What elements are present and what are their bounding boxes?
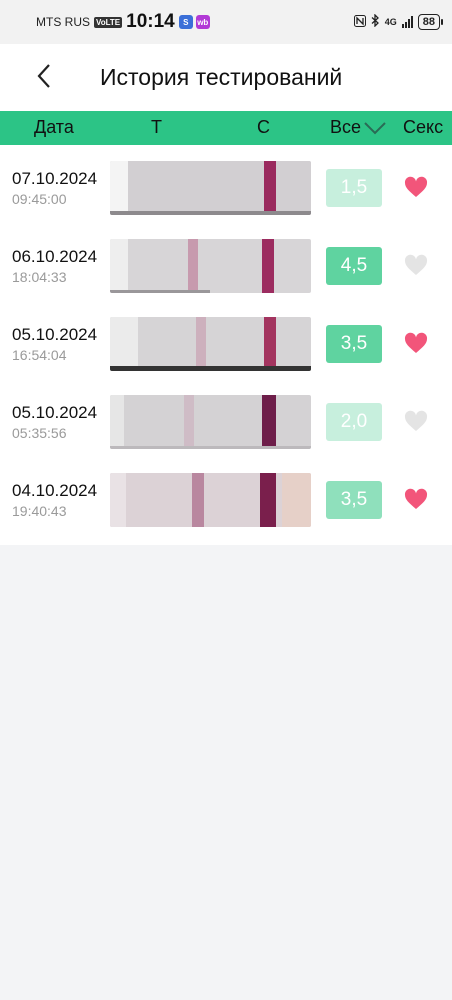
filter-all-dropdown[interactable]: Все xyxy=(330,117,387,138)
back-button[interactable] xyxy=(30,62,58,90)
test-time: 18:04:33 xyxy=(12,269,67,285)
list-item[interactable]: 06.10.2024 18:04:33 4,5 xyxy=(0,225,452,303)
app-notification-icon: S xyxy=(178,15,193,29)
column-t: Т xyxy=(151,117,162,137)
status-clock: 10:14 xyxy=(126,11,175,32)
column-date: Дата xyxy=(34,117,74,137)
test-date: 06.10.2024 xyxy=(12,247,98,266)
score-badge[interactable]: 3,5 xyxy=(326,325,382,363)
status-bar: MTS RUS VoLTE 10:14 S wb 4G 88 xyxy=(0,0,452,44)
heart-icon[interactable] xyxy=(404,254,428,276)
score-badge[interactable]: 3,5 xyxy=(326,481,382,519)
score-badge[interactable]: 1,5 xyxy=(326,169,382,207)
test-date: 07.10.2024 xyxy=(12,169,98,188)
test-time: 16:54:04 xyxy=(12,347,67,363)
test-date: 05.10.2024 xyxy=(12,325,98,344)
carrier-label: MTS RUS xyxy=(36,15,90,29)
filter-all-label: Все xyxy=(330,117,362,137)
chevron-down-icon xyxy=(364,121,386,134)
heart-icon[interactable] xyxy=(404,176,428,198)
test-strip-photo[interactable] xyxy=(110,239,311,293)
test-strip-photo[interactable] xyxy=(110,317,311,371)
signal-icon xyxy=(401,16,413,28)
list-item[interactable]: 07.10.2024 09:45:00 1,5 xyxy=(0,147,452,225)
test-strip-photo[interactable] xyxy=(110,161,311,215)
test-date: 04.10.2024 xyxy=(12,481,98,500)
heart-icon[interactable] xyxy=(404,410,428,432)
app-header: История тестирований xyxy=(0,44,452,111)
list-item[interactable]: 04.10.2024 19:40:43 3,5 xyxy=(0,459,452,537)
test-strip-photo[interactable] xyxy=(110,395,311,449)
test-history-list: 07.10.2024 09:45:00 1,5 06.10.2024 18:04… xyxy=(0,145,452,545)
test-date: 05.10.2024 xyxy=(12,403,98,422)
battery-indicator: 88 xyxy=(417,14,444,30)
heart-icon[interactable] xyxy=(404,332,428,354)
chevron-left-icon xyxy=(37,64,50,88)
bluetooth-icon xyxy=(371,13,380,30)
table-header: Дата Т С Все Секс xyxy=(0,111,452,145)
wildberries-notification-icon: wb xyxy=(195,15,210,29)
score-badge[interactable]: 2,0 xyxy=(326,403,382,441)
list-item[interactable]: 05.10.2024 05:35:56 2,0 xyxy=(0,381,452,459)
nfc-icon xyxy=(353,14,366,30)
test-time: 09:45:00 xyxy=(12,191,67,207)
test-strip-photo[interactable] xyxy=(110,473,311,527)
network-type: 4G xyxy=(384,17,397,27)
column-c: С xyxy=(257,117,270,137)
volte-badge: VoLTE xyxy=(94,16,123,28)
column-sex: Секс xyxy=(403,117,444,137)
test-time: 05:35:56 xyxy=(12,425,67,441)
test-time: 19:40:43 xyxy=(12,503,67,519)
page-title: История тестирований xyxy=(100,64,343,90)
list-item[interactable]: 05.10.2024 16:54:04 3,5 xyxy=(0,303,452,381)
score-badge[interactable]: 4,5 xyxy=(326,247,382,285)
heart-icon[interactable] xyxy=(404,488,428,510)
